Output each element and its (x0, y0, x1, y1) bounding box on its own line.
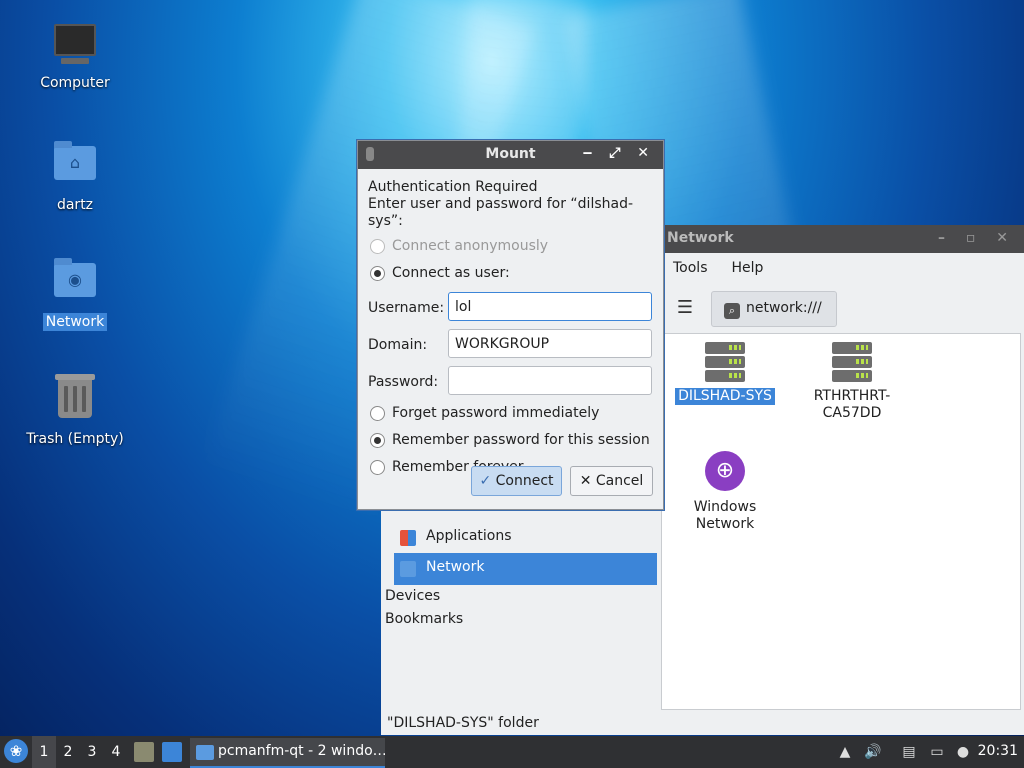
desktop-icon-trash[interactable]: Trash (Empty) (20, 374, 130, 448)
cancel-button[interactable]: ✕ Cancel (570, 466, 653, 496)
dialog-title: Mount (485, 146, 536, 162)
file-item-label: RTHRTHRT- CA57DD (813, 388, 891, 421)
sidebar-item-label: Network (426, 559, 485, 575)
desktop-icon-label: Computer (40, 75, 110, 91)
close-icon: ✕ (579, 473, 592, 489)
connect-button[interactable]: ✓ Connect (471, 466, 562, 496)
path-button[interactable]: ⌕ network:/// (711, 291, 837, 327)
sidebar-item-label: Applications (426, 528, 512, 544)
notification-icon[interactable]: ● (954, 742, 972, 762)
trash-icon (51, 374, 99, 424)
computer-icon (51, 24, 99, 68)
list-view-icon[interactable]: ☰ (671, 297, 699, 321)
start-menu-icon[interactable]: ❀ (4, 739, 28, 763)
toolbar: ☰ ⌕ network:/// (661, 285, 1024, 333)
workspace-2[interactable]: 2 (56, 736, 80, 768)
file-item-label: Windows Network (693, 499, 757, 532)
volume-icon[interactable]: 🔊 (864, 742, 882, 762)
radio-label: Connect anonymously (392, 238, 549, 254)
applications-icon (400, 530, 416, 546)
check-icon: ✓ (479, 473, 492, 489)
menu-bar: Tools Help (661, 253, 1024, 285)
desktop-icon-network[interactable]: ◉ Network (20, 258, 130, 331)
auth-prompt: Enter user and password for “dilshad-sys… (368, 196, 634, 229)
network-icon (400, 561, 416, 577)
clock[interactable]: 20:31 (978, 743, 1018, 759)
radio-label: Remember password for this session (392, 432, 650, 448)
connect-anonymously-radio[interactable]: Connect anonymously (368, 236, 653, 263)
file-item-label: DILSHAD-SYS (675, 388, 775, 405)
window-controls[interactable]: – ▫ ✕ (938, 230, 1016, 246)
radio-indicator (370, 266, 385, 281)
file-item-dilshad-sys[interactable]: DILSHAD-SYS (675, 342, 775, 405)
window-title: Network (667, 230, 734, 246)
file-manager-titlebar[interactable]: Network – ▫ ✕ (661, 225, 1024, 253)
mount-dialog: Mount ‒ ⤢ ✕ Authentication Required Ente… (357, 140, 664, 510)
username-row: Username: (368, 292, 653, 329)
remember-session-radio[interactable]: Remember password for this session (368, 430, 653, 457)
file-item-windows-network[interactable]: ⊕ Windows Network (675, 451, 775, 533)
sidebar-item-applications[interactable]: Applications (394, 522, 657, 554)
network-status-icon[interactable]: ▭ (928, 742, 946, 762)
forget-password-radio[interactable]: Forget password immediately (368, 403, 653, 430)
password-input[interactable] (448, 366, 652, 395)
server-icon (832, 342, 872, 382)
workspace-3[interactable]: 3 (80, 736, 104, 768)
dialog-body: Authentication Required Enter user and p… (368, 179, 653, 484)
search-icon: ⌕ (724, 303, 740, 319)
dialog-window-controls[interactable]: ‒ ⤢ ✕ (583, 145, 655, 161)
radio-indicator (370, 239, 385, 254)
globe-icon: ⊕ (705, 451, 745, 491)
radio-indicator (370, 406, 385, 421)
username-label: Username: (368, 300, 445, 316)
file-manager-launcher-icon[interactable] (134, 742, 154, 762)
folder-icon (196, 745, 214, 760)
radio-indicator (370, 433, 385, 448)
desktop-icon-home[interactable]: ⌂ dartz (20, 141, 130, 214)
connect-as-user-radio[interactable]: Connect as user: (368, 263, 653, 290)
desktop-icon-label: Network (42, 313, 108, 331)
password-row: Password: (368, 366, 653, 403)
desktop-icon-label: dartz (56, 197, 94, 213)
radio-label: Connect as user: (392, 265, 510, 281)
cancel-button-label: Cancel (595, 473, 644, 489)
auth-heading: Authentication Required (368, 179, 538, 195)
domain-row: Domain: (368, 329, 653, 366)
clipboard-icon[interactable]: ▤ (900, 742, 918, 762)
task-label: pcmanfm-qt - 2 windo… (218, 743, 385, 759)
dialog-titlebar[interactable]: Mount ‒ ⤢ ✕ (358, 141, 663, 169)
file-item-rthrthrt[interactable]: RTHRTHRT- CA57DD (802, 342, 902, 422)
desktop-icon-computer[interactable]: Computer (20, 24, 130, 92)
radio-indicator (370, 460, 385, 475)
radio-label: Forget password immediately (392, 405, 600, 421)
username-input[interactable] (448, 292, 652, 321)
workspace-4[interactable]: 4 (104, 736, 128, 768)
menu-help[interactable]: Help (720, 253, 776, 283)
sidebar-section-devices[interactable]: Devices (385, 588, 440, 604)
path-label: network:/// (746, 300, 822, 316)
home-folder-icon: ⌂ (51, 141, 99, 190)
taskbar: ❀ 1 2 3 4 pcmanfm-qt - 2 windo… ▲ 🔊 ▤ ▭ … (0, 736, 1024, 768)
domain-input[interactable] (448, 329, 652, 358)
status-bar: "DILSHAD-SYS" folder (387, 715, 539, 731)
taskbar-task-pcmanfm[interactable]: pcmanfm-qt - 2 windo… (190, 738, 385, 768)
desktop-icon-label: Trash (Empty) (26, 431, 124, 447)
pin-icon[interactable] (366, 147, 374, 161)
server-icon (705, 342, 745, 382)
menu-tools[interactable]: Tools (661, 253, 720, 283)
sidebar: Applications Network Devices Bookmarks (381, 505, 661, 715)
file-view[interactable]: DILSHAD-SYS RTHRTHRT- CA57DD ⊕ Windows Net… (661, 333, 1021, 710)
connect-button-label: Connect (495, 473, 554, 489)
sidebar-section-bookmarks[interactable]: Bookmarks (385, 611, 463, 627)
domain-label: Domain: (368, 337, 428, 353)
network-folder-icon: ◉ (51, 258, 99, 307)
sidebar-item-network[interactable]: Network (394, 553, 657, 585)
password-label: Password: (368, 374, 439, 390)
workspace-1[interactable]: 1 (32, 736, 56, 768)
show-desktop-icon[interactable] (162, 742, 182, 762)
tray-expand-icon[interactable]: ▲ (836, 742, 854, 762)
